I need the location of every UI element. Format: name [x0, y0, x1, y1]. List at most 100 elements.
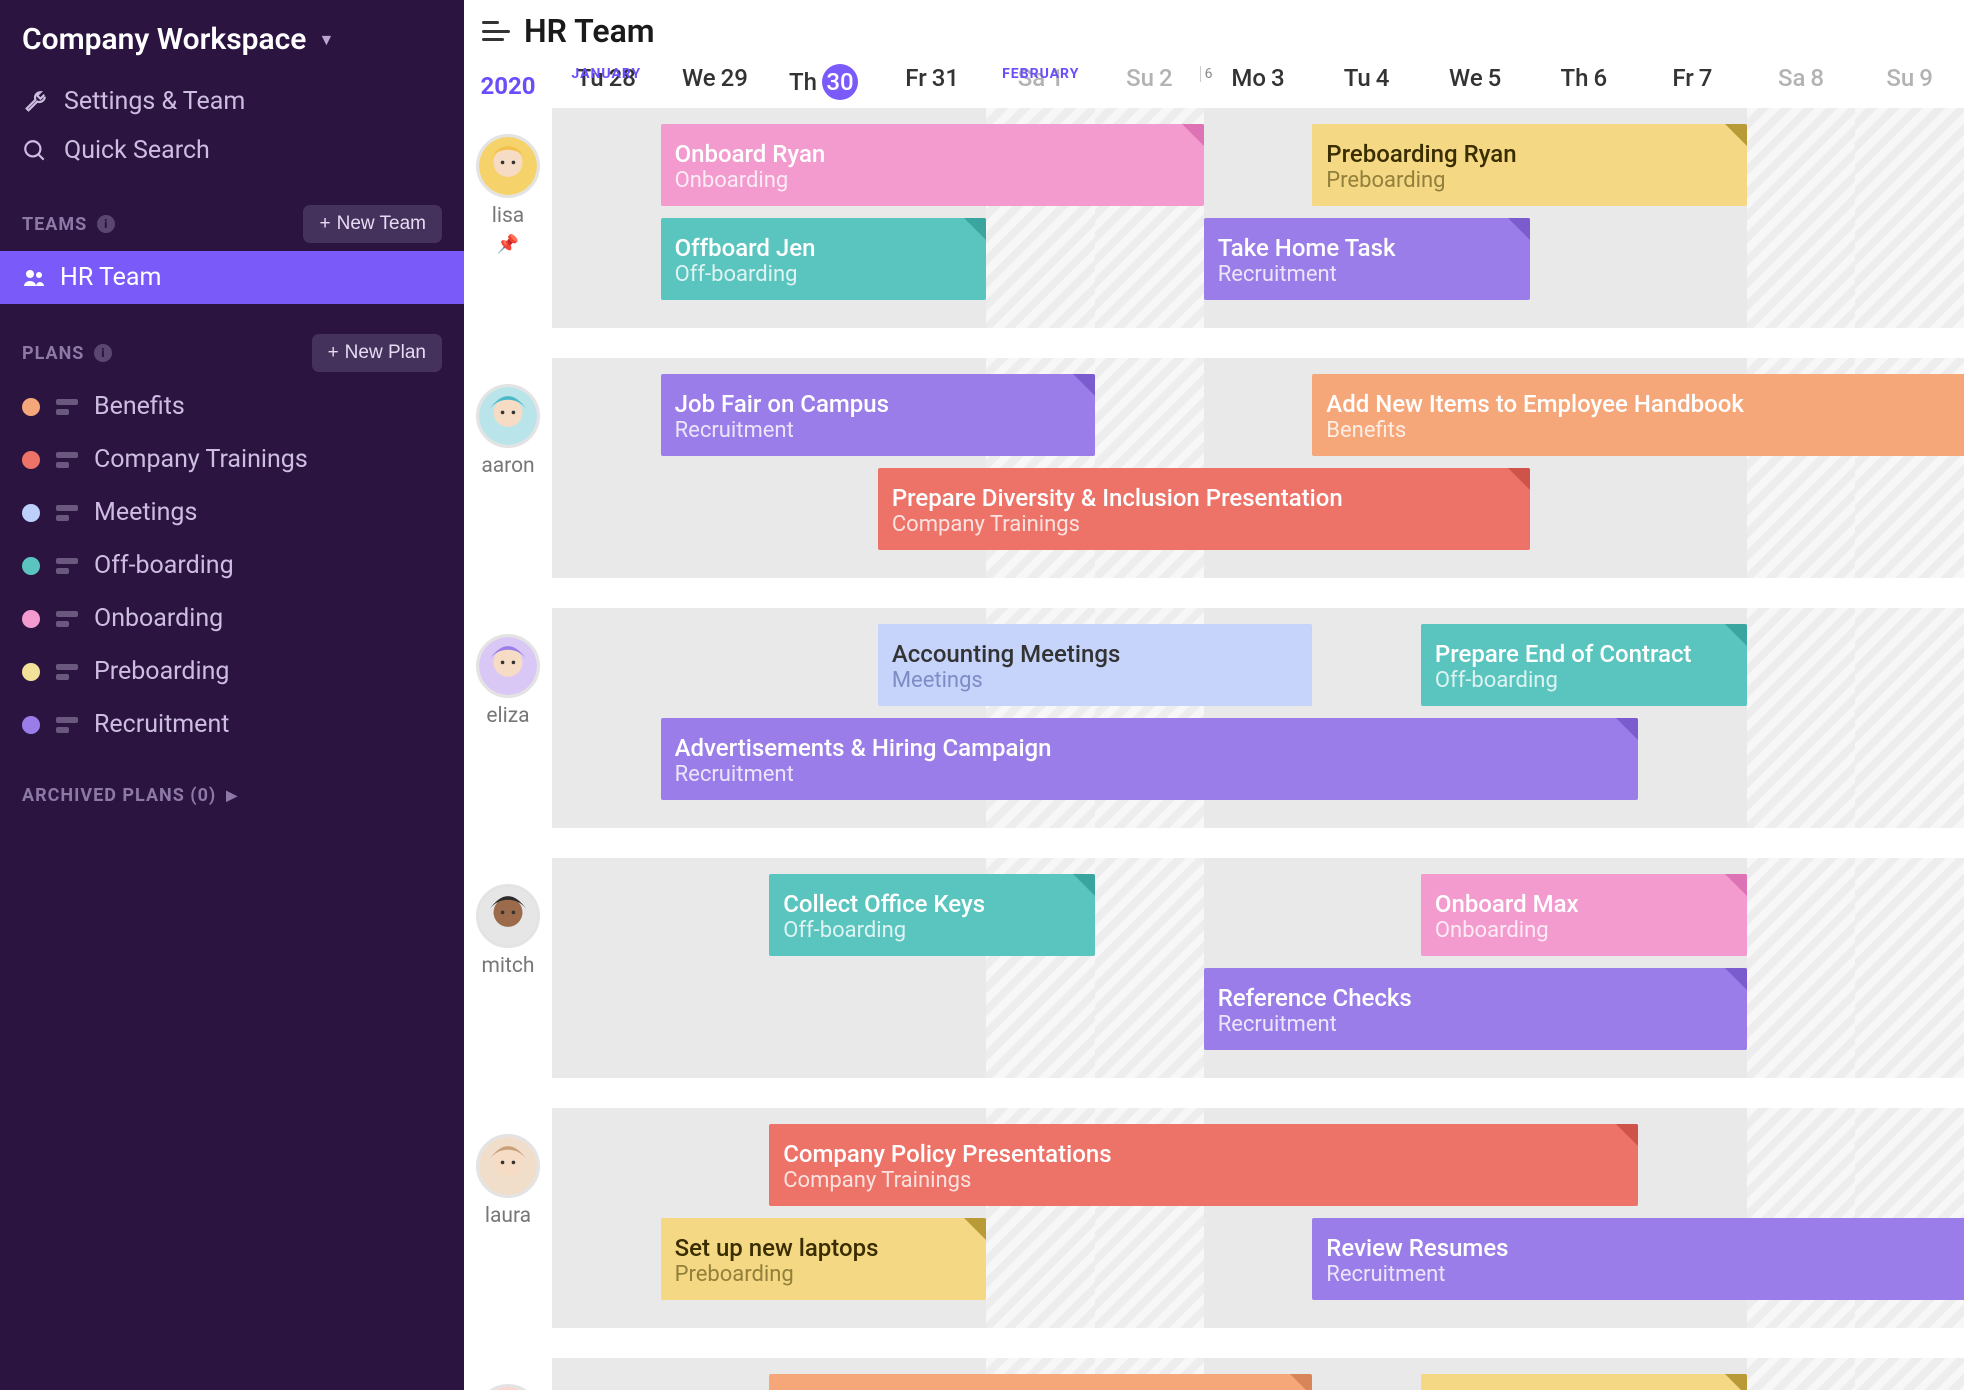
- task-corner-icon: [1508, 218, 1530, 240]
- task-bar[interactable]: Take Home Task Recruitment: [1204, 218, 1530, 300]
- task-bar[interactable]: Preboarding Ryan Preboarding: [1312, 124, 1746, 206]
- plan-bars-icon: [56, 717, 78, 733]
- task-bar[interactable]: Job Fair on Campus Recruitment: [661, 374, 1095, 456]
- timeline-day[interactable]: 6Mo 3: [1204, 64, 1313, 108]
- plan-bars-icon: [56, 611, 78, 627]
- task-plan: Off-boarding: [1435, 668, 1733, 693]
- task-plan: Recruitment: [675, 418, 1081, 443]
- sidebar: Company Workspace ▼ Settings & Team Quic…: [0, 0, 464, 1390]
- task-bar[interactable]: Onboard Ryan Onboarding: [661, 124, 1204, 206]
- task-plan: Preboarding: [675, 1262, 973, 1287]
- task-bar[interactable]: Reference Checks Recruitment: [1204, 968, 1747, 1050]
- person-cell[interactable]: aaron: [464, 358, 552, 578]
- task-corner-icon: [1182, 124, 1204, 146]
- task-corner-icon: [964, 1218, 986, 1240]
- task-title: Review Resumes: [1326, 1234, 1964, 1262]
- task-corner-icon: [1725, 124, 1747, 146]
- sidebar-plan-item[interactable]: Onboarding: [0, 592, 464, 645]
- task-bar[interactable]: Prepare End of Contract Off-boarding: [1421, 624, 1747, 706]
- plan-name: Meetings: [94, 498, 197, 527]
- task-bar[interactable]: Prepare Company Gym Memberships Benefits: [769, 1374, 1312, 1390]
- task-plan: Recruitment: [675, 762, 1625, 787]
- plan-bars-icon: [56, 399, 78, 415]
- task-plan: Recruitment: [1326, 1262, 1964, 1287]
- task-corner-icon: [1508, 468, 1530, 490]
- timeline-day[interactable]: Fr 7: [1638, 64, 1747, 108]
- timeline-day[interactable]: Th 30: [769, 64, 878, 108]
- task-bar[interactable]: Collect Office Keys Off-boarding: [769, 874, 1095, 956]
- person-cell[interactable]: lisa 📌: [464, 108, 552, 328]
- person-cell[interactable]: mitch: [464, 858, 552, 1078]
- sidebar-team-item[interactable]: HR Team: [0, 251, 464, 304]
- pin-icon[interactable]: 📌: [497, 234, 519, 255]
- sidebar-plan-item[interactable]: Benefits: [0, 380, 464, 433]
- workspace-name: Company Workspace: [22, 22, 306, 57]
- person-cell[interactable]: laura: [464, 1108, 552, 1328]
- person-cell[interactable]: maria: [464, 1358, 552, 1390]
- new-team-label: New Team: [337, 213, 426, 235]
- team-name: HR Team: [60, 263, 161, 292]
- avatar: [476, 884, 540, 948]
- sidebar-plan-item[interactable]: Meetings: [0, 486, 464, 539]
- task-title: Prepare End of Contract: [1435, 640, 1733, 668]
- info-icon[interactable]: i: [97, 215, 115, 233]
- avatar: [476, 1384, 540, 1390]
- task-title: Take Home Task: [1218, 234, 1516, 262]
- person-name: laura: [485, 1204, 531, 1228]
- timeline-day[interactable]: We 29: [661, 64, 770, 108]
- sidebar-plan-item[interactable]: Recruitment: [0, 698, 464, 751]
- info-icon[interactable]: i: [94, 344, 112, 362]
- archived-plans-toggle[interactable]: ARCHIVED PLANS (0) ▶: [0, 751, 464, 840]
- task-bar[interactable]: Company Policy Presentations Company Tra…: [769, 1124, 1638, 1206]
- task-title: Add New Items to Employee Handbook: [1326, 390, 1964, 418]
- timeline-day[interactable]: Sa 8: [1747, 64, 1856, 108]
- task-bar[interactable]: Set up new laptops Preboarding: [661, 1218, 987, 1300]
- week-label: 6: [1200, 66, 1213, 82]
- new-plan-button[interactable]: + New Plan: [312, 334, 442, 372]
- timeline-year[interactable]: 2020: [464, 72, 552, 108]
- new-team-button[interactable]: + New Team: [303, 205, 442, 243]
- task-bar[interactable]: Prepare Diversity & Inclusion Presentati…: [878, 468, 1530, 550]
- plans-section-header: PLANS i + New Plan: [0, 304, 464, 380]
- task-title: Onboard Max: [1435, 890, 1733, 918]
- person-cell[interactable]: eliza: [464, 608, 552, 828]
- timeline-day[interactable]: Th 6: [1529, 64, 1638, 108]
- task-bar[interactable]: Offboard Jen Off-boarding: [661, 218, 987, 300]
- task-title: Reference Checks: [1218, 984, 1733, 1012]
- workspace-switcher[interactable]: Company Workspace ▼: [0, 14, 464, 77]
- teams-label: TEAMS: [22, 214, 87, 235]
- avatar: [476, 384, 540, 448]
- timeline-day[interactable]: Fr 31: [878, 64, 987, 108]
- quick-search-link[interactable]: Quick Search: [0, 126, 464, 175]
- task-corner-icon: [1725, 624, 1747, 646]
- plan-color-dot: [22, 398, 40, 416]
- task-plan: Meetings: [892, 668, 1298, 693]
- day-label: Th 30: [789, 64, 858, 100]
- task-bar[interactable]: Add New Items to Employee Handbook Benef…: [1312, 374, 1964, 456]
- task-plan: Off-boarding: [675, 262, 973, 287]
- timeline-day[interactable]: FEBRUARYSa 1: [986, 64, 1095, 108]
- task-plan: Off-boarding: [783, 918, 1081, 943]
- person-name: lisa: [492, 204, 524, 228]
- timeline-day[interactable]: JANUARYTu 28: [552, 64, 661, 108]
- timeline-day[interactable]: We 5: [1421, 64, 1530, 108]
- wrench-icon: [22, 89, 48, 115]
- task-bar[interactable]: Review Resumes Recruitment: [1312, 1218, 1964, 1300]
- task-bar[interactable]: Accounting Meetings Meetings: [878, 624, 1312, 706]
- day-label: Mo 3: [1231, 64, 1284, 92]
- person-name: aaron: [481, 454, 534, 478]
- settings-link[interactable]: Settings & Team: [0, 77, 464, 126]
- task-bar[interactable]: Onboard Max Onboarding: [1421, 874, 1747, 956]
- plus-icon: +: [328, 342, 339, 364]
- task-bar[interactable]: Advertisements & Hiring Campaign Recruit…: [661, 718, 1639, 800]
- timeline-day[interactable]: Su 2: [1095, 64, 1204, 108]
- filter-icon[interactable]: [482, 21, 510, 41]
- task-corner-icon: [1725, 874, 1747, 896]
- timeline-day[interactable]: Tu 4: [1312, 64, 1421, 108]
- sidebar-plan-item[interactable]: Off-boarding: [0, 539, 464, 592]
- task-bar[interactable]: Print Docs Preboarding: [1421, 1374, 1747, 1390]
- plus-icon: +: [319, 213, 330, 235]
- sidebar-plan-item[interactable]: Preboarding: [0, 645, 464, 698]
- sidebar-plan-item[interactable]: Company Trainings: [0, 433, 464, 486]
- timeline-day[interactable]: Su 9: [1855, 64, 1964, 108]
